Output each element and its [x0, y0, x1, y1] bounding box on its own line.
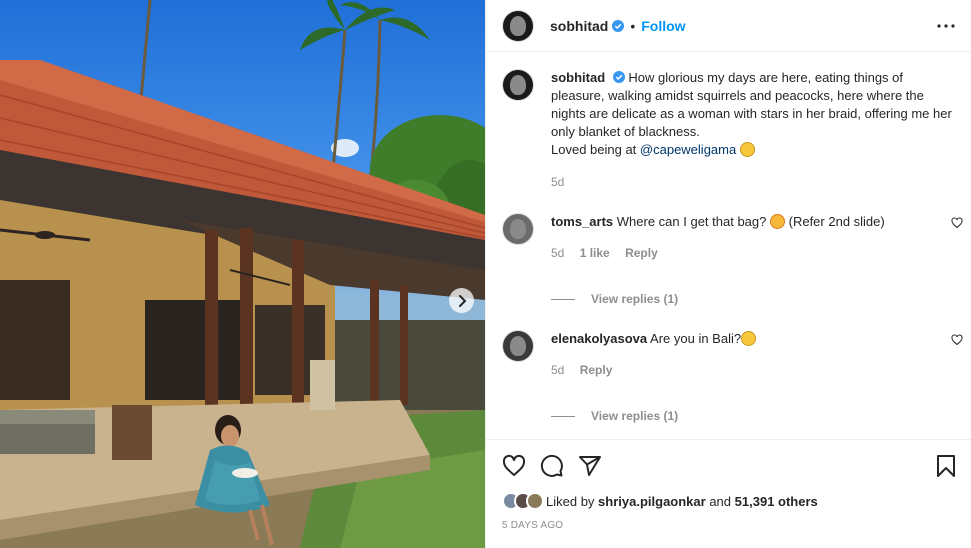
sad-face-emoji: [739, 142, 755, 157]
comment-username[interactable]: elenakolyasova: [551, 331, 647, 346]
comment-item: elenakolyasova Are you in Bali? 5d Reply: [502, 330, 963, 379]
comment-body: toms_arts Where can I get that bag? (Ref…: [551, 213, 955, 262]
comment-heart-icon[interactable]: [951, 334, 963, 346]
comment-username[interactable]: toms_arts: [551, 214, 613, 229]
commenter-avatar[interactable]: [502, 330, 534, 362]
next-slide-button[interactable]: [449, 288, 474, 313]
photo-scene: [0, 0, 485, 548]
caption-text: How glorious my days are here, eating th…: [551, 70, 952, 139]
comment-body: elenakolyasova Are you in Bali? 5d Reply: [551, 330, 955, 379]
likes-mid: and: [709, 493, 732, 509]
post-actions: Liked by shriya.pilgaonkar and 51,391 ot…: [486, 439, 971, 531]
author-avatar[interactable]: [502, 9, 534, 42]
likes-summary: Liked by shriya.pilgaonkar and 51,391 ot…: [502, 492, 957, 510]
verified-icon: [612, 71, 625, 83]
share-button[interactable]: [578, 454, 602, 478]
liker-avatar[interactable]: [526, 492, 544, 510]
comment-meta: 5d 1 like Reply: [551, 244, 955, 262]
comment-text: Where can I get that bag?: [616, 214, 767, 229]
comment-button[interactable]: [540, 454, 564, 478]
header-separator: •: [630, 17, 636, 34]
reply-button[interactable]: Reply: [625, 246, 658, 260]
heart-icon: [502, 454, 526, 476]
likes-count[interactable]: 51,391 others: [735, 494, 818, 509]
like-button[interactable]: [502, 454, 526, 478]
comment-icon: [540, 454, 563, 477]
caption-line2: Loved being at: [551, 142, 640, 157]
star-eyes-emoji: [770, 214, 785, 229]
comment-likes[interactable]: 1 like: [580, 246, 610, 260]
likes-prefix: Liked by: [546, 493, 595, 509]
post-side-panel: sobhitad • Follow sobhitad How glorious …: [485, 0, 971, 548]
comment-text: Are you in Bali?: [650, 331, 742, 346]
comment-time[interactable]: 5d: [551, 246, 564, 260]
share-icon: [579, 456, 601, 476]
bookmark-icon: [937, 455, 955, 477]
caption-avatar[interactable]: [502, 69, 534, 101]
save-button[interactable]: [935, 454, 957, 478]
commenter-avatar[interactable]: [502, 213, 534, 245]
more-icon: [937, 23, 955, 28]
next-arrow-icon: [458, 294, 466, 307]
post-caption: sobhitad How glorious my days are here, …: [502, 69, 955, 191]
caption-username[interactable]: sobhitad: [551, 70, 605, 85]
caption-body: sobhitad How glorious my days are here, …: [551, 69, 955, 191]
follow-button[interactable]: Follow: [641, 18, 685, 34]
caption-time[interactable]: 5d: [551, 173, 955, 191]
post-header: sobhitad • Follow: [486, 0, 971, 52]
liker-avatars: [502, 492, 544, 510]
comment-time[interactable]: 5d: [551, 363, 564, 377]
comment-item: toms_arts Where can I get that bag? (Ref…: [502, 213, 963, 262]
comment-meta: 5d Reply: [551, 361, 955, 379]
smile-emoji: [741, 331, 757, 346]
view-replies-button[interactable]: View replies (1): [551, 409, 955, 423]
action-icons: [502, 452, 957, 480]
post-timestamp[interactable]: 5 DAYS AGO: [502, 520, 957, 531]
view-replies-button[interactable]: View replies (1): [551, 292, 955, 306]
post-photo[interactable]: [0, 0, 485, 548]
caption-mention[interactable]: @capeweligama: [640, 142, 736, 157]
verified-icon: [612, 19, 625, 32]
reply-button[interactable]: Reply: [580, 363, 613, 377]
liker-username[interactable]: shriya.pilgaonkar: [598, 494, 706, 509]
more-options-button[interactable]: [937, 23, 955, 28]
comment-text-after: (Refer 2nd slide): [788, 214, 885, 229]
comment-heart-icon[interactable]: [951, 217, 963, 229]
comments-section[interactable]: sobhitad How glorious my days are here, …: [486, 53, 971, 438]
author-username[interactable]: sobhitad: [550, 18, 608, 34]
post-modal: sobhitad • Follow sobhitad How glorious …: [0, 0, 971, 548]
